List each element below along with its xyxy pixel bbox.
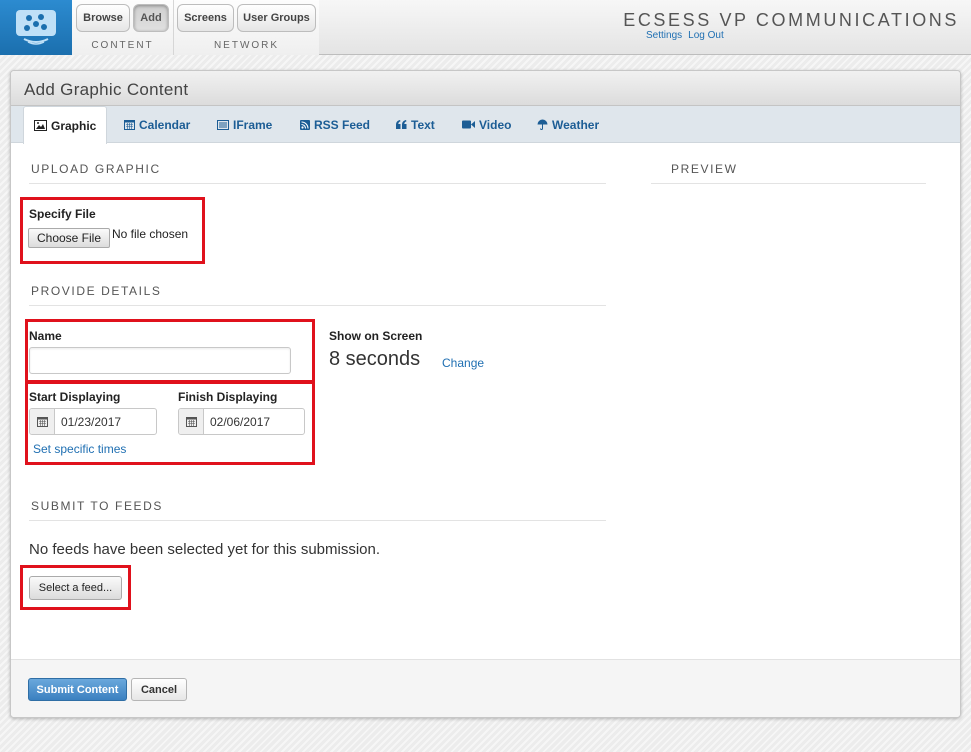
browse-button[interactable]: Browse (76, 4, 130, 32)
divider (651, 183, 926, 184)
video-camera-icon (462, 120, 475, 129)
tab-label: Calendar (139, 117, 191, 132)
logout-link[interactable]: Log Out (688, 30, 724, 41)
network-caption: NETWORK (213, 40, 280, 51)
select-feed-button[interactable]: Select a feed... (29, 576, 122, 600)
user-groups-button[interactable]: User Groups (237, 4, 316, 32)
content-nav-group: Browse Add CONTENT (72, 0, 174, 55)
calendar-icon[interactable] (30, 409, 55, 434)
calendar-icon (124, 120, 135, 130)
cancel-button[interactable]: Cancel (131, 678, 187, 701)
finish-date-field[interactable]: 02/06/2017 (178, 408, 305, 435)
submit-to-feeds-heading: SUBMIT TO FEEDS (31, 499, 164, 513)
organization-name: ECSESS VP COMMUNICATIONS (623, 10, 959, 30)
divider (29, 183, 606, 184)
tab-text[interactable]: Text (396, 106, 435, 143)
tab-video[interactable]: Video (462, 106, 511, 143)
start-date-value[interactable]: 01/23/2017 (55, 409, 121, 434)
upload-graphic-heading: UPLOAD GRAPHIC (31, 162, 161, 176)
screens-button[interactable]: Screens (177, 4, 234, 32)
umbrella-icon (537, 119, 548, 130)
content-caption: CONTENT (91, 40, 154, 51)
add-content-panel: Add Graphic Content Graphic Calendar IFr… (10, 70, 961, 718)
settings-link[interactable]: Settings (646, 30, 682, 41)
finish-date-value[interactable]: 02/06/2017 (204, 409, 270, 434)
display-duration: 8 seconds (329, 348, 421, 370)
tab-graphic[interactable]: Graphic (23, 106, 108, 144)
calendar-icon[interactable] (179, 409, 204, 434)
display-dots-icon (16, 10, 56, 45)
name-input[interactable] (29, 347, 291, 374)
content-type-tabs: Graphic Calendar IFrame RSS Feed Text Vi… (11, 106, 960, 144)
logo[interactable] (0, 0, 72, 55)
tab-rss-feed[interactable]: RSS Feed (300, 106, 370, 143)
tab-weather[interactable]: Weather (537, 106, 599, 143)
divider (29, 520, 606, 521)
no-feeds-message: No feeds have been selected yet for this… (29, 541, 381, 558)
tab-label: IFrame (233, 117, 273, 132)
start-displaying-label: Start Displaying (29, 390, 121, 404)
tab-label: Weather (552, 117, 600, 132)
finish-displaying-label: Finish Displaying (178, 390, 278, 404)
tab-label: RSS Feed (314, 117, 371, 132)
tab-iframe[interactable]: IFrame (217, 106, 272, 143)
show-on-screen-label: Show on Screen (329, 329, 423, 343)
tab-calendar[interactable]: Calendar (124, 106, 190, 143)
add-button[interactable]: Add (133, 4, 169, 32)
tab-label: Video (479, 117, 512, 132)
tab-label: Graphic (51, 118, 97, 133)
set-specific-times-link[interactable]: Set specific times (33, 442, 126, 456)
account-links: Settings Log Out (646, 30, 730, 41)
change-duration-link[interactable]: Change (442, 356, 484, 370)
divider (29, 305, 606, 306)
image-icon (34, 120, 47, 131)
iframe-icon (217, 119, 229, 130)
choose-file-button[interactable]: Choose File (28, 228, 110, 248)
submit-content-button[interactable]: Submit Content (28, 678, 127, 701)
network-nav-group: Screens User Groups NETWORK (174, 0, 319, 55)
form-actions: Submit Content Cancel (11, 659, 960, 717)
specify-file-label: Specify File (29, 207, 96, 221)
rss-icon (300, 119, 310, 130)
page-title: Add Graphic Content (24, 80, 189, 99)
file-status: No file chosen (112, 227, 189, 241)
start-date-field[interactable]: 01/23/2017 (29, 408, 157, 435)
provide-details-heading: PROVIDE DETAILS (31, 284, 162, 298)
preview-heading: PREVIEW (671, 162, 738, 176)
panel-header: Add Graphic Content (11, 71, 960, 106)
quote-icon (396, 120, 407, 129)
top-navigation-bar: Browse Add CONTENT Screens User Groups N… (0, 0, 971, 55)
name-label: Name (29, 329, 62, 343)
tab-label: Text (411, 117, 435, 132)
